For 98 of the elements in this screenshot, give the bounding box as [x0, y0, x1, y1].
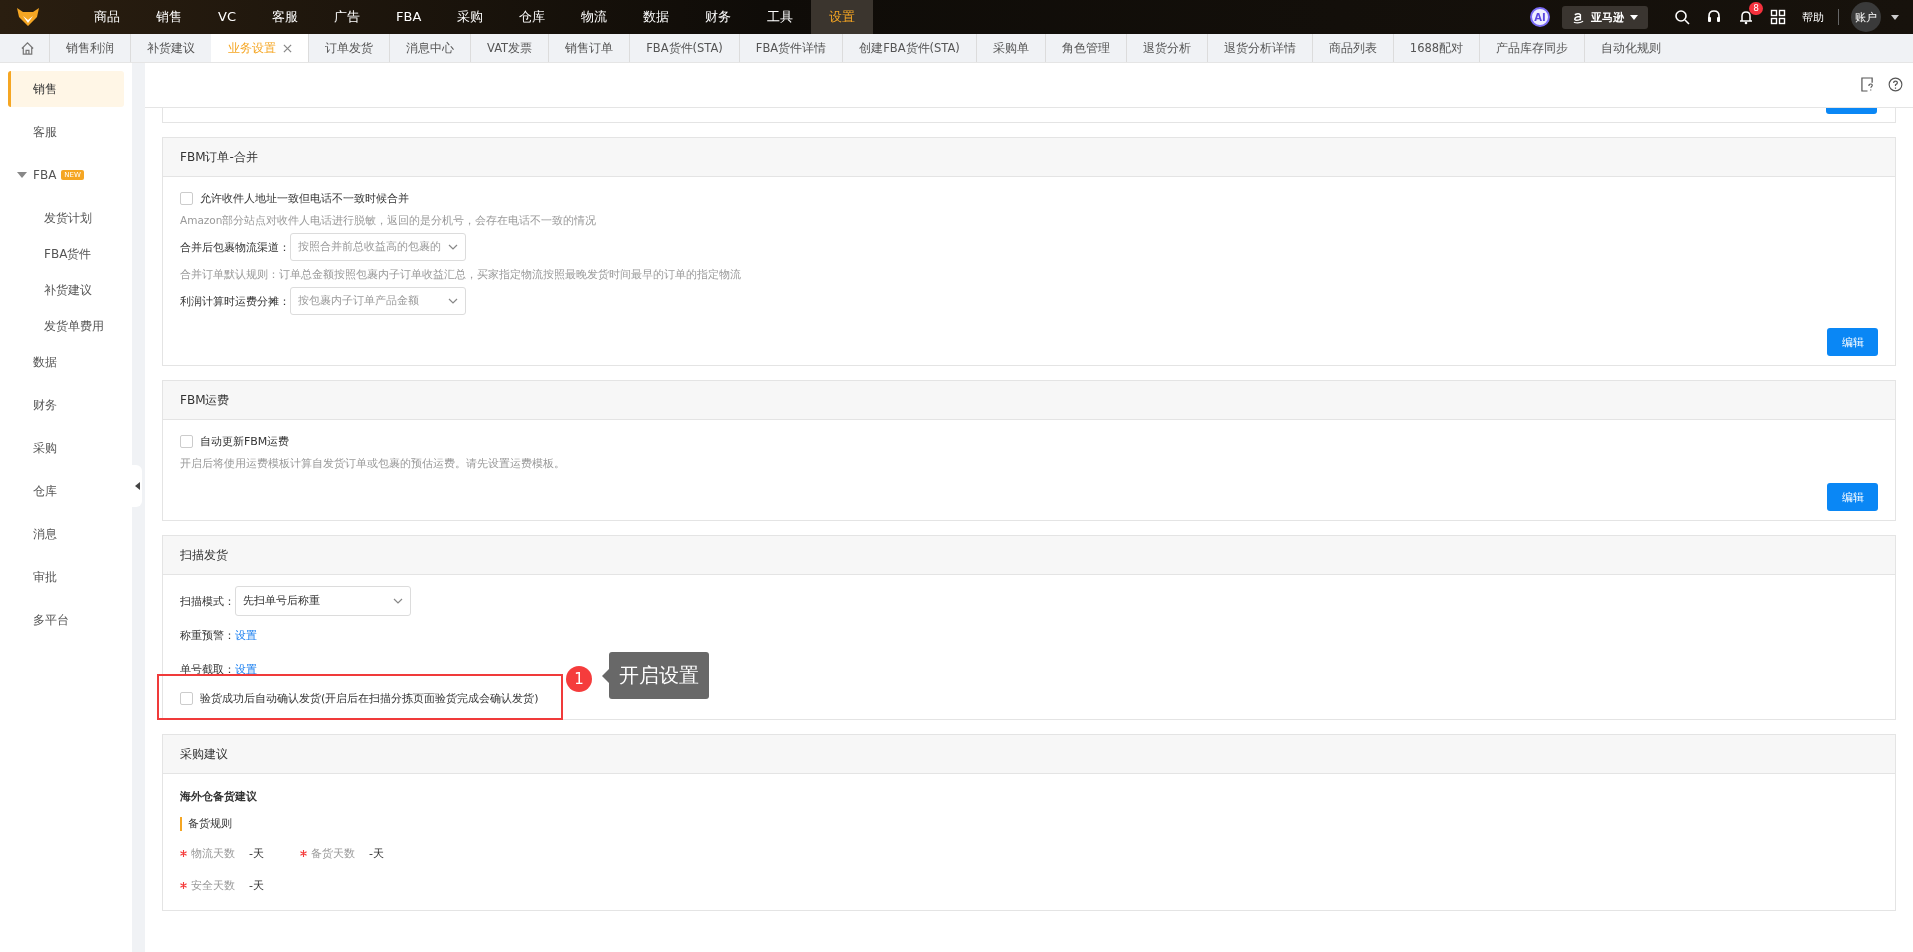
nav-menu-item[interactable]: 工具 — [749, 0, 812, 34]
sidebar-item[interactable]: 客服 — [8, 114, 124, 150]
page-tab[interactable]: 消息中心 — [389, 34, 470, 62]
chevron-down-icon — [448, 298, 458, 304]
page-tab[interactable]: 产品库存同步 — [1479, 34, 1585, 62]
nav-menu-item[interactable]: 数据 — [625, 0, 688, 34]
page-tab[interactable]: VAT发票 — [470, 34, 549, 62]
nav-menu-item[interactable]: VC — [200, 0, 254, 34]
field-value: -天 — [369, 845, 384, 861]
card-title: 扫描发货 — [163, 536, 1895, 575]
field-label: 物流天数 — [191, 845, 235, 861]
nav-menu-item[interactable]: 商品 — [76, 0, 138, 34]
field-label: 合并后包裹物流渠道： — [180, 239, 290, 255]
page-tab[interactable]: 订单发货 — [308, 34, 389, 62]
sidebar-item[interactable]: 仓库 — [8, 473, 124, 509]
sidebar-subitem[interactable]: 补货建议 — [0, 272, 132, 308]
group-title: 备货规则 — [180, 817, 1878, 831]
collapse-handle[interactable] — [132, 465, 142, 507]
store-switcher[interactable]: 亚马逊 — [1562, 5, 1648, 29]
help-icon[interactable] — [1888, 77, 1903, 92]
nav-menu-item[interactable]: 客服 — [254, 0, 316, 34]
page-tab[interactable]: 退货分析 — [1125, 34, 1207, 62]
help-link[interactable]: 帮助 — [1802, 9, 1824, 25]
bell-icon[interactable] — [1738, 9, 1754, 25]
sidebar-item[interactable]: 数据 — [8, 344, 124, 380]
apps-grid-icon[interactable] — [1770, 9, 1786, 25]
close-icon[interactable] — [283, 43, 292, 53]
edit-button[interactable]: 编辑 — [1827, 328, 1878, 356]
nav-menu-item[interactable]: FBA — [378, 0, 440, 34]
nav-menu-item[interactable]: 采购 — [439, 0, 502, 34]
sidebar-item[interactable]: 销售 — [8, 71, 124, 107]
page-tab[interactable]: FBA货件(STA) — [629, 34, 739, 62]
page-tab[interactable]: FBA货件详情 — [738, 34, 843, 62]
step-number-badge: 1 — [566, 666, 592, 692]
fox-logo-icon[interactable] — [16, 7, 40, 27]
checkbox[interactable] — [180, 434, 193, 448]
sidebar-subitem[interactable]: 发货单费用 — [0, 308, 132, 344]
sidebar-subitem[interactable]: FBA货件 — [0, 236, 132, 272]
nav-menu-item[interactable]: 财务 — [687, 0, 750, 34]
page-tab[interactable]: 销售利润 — [49, 34, 130, 62]
edit-button[interactable]: 编辑 — [1827, 483, 1878, 511]
hint-text: 合并订单默认规则：订单总金额按照包裹内子订单收益汇总，买家指定物流按照最晚发货时间最早的订单的指定物流 — [180, 267, 742, 282]
chevron-down-icon — [448, 244, 458, 250]
hint-text: Amazon部分站点对收件人电话进行脱敏，返回的是分机号，会存在电话不一致的情况 — [180, 213, 598, 228]
card-title: 采购建议 — [163, 735, 1895, 774]
page-tab[interactable]: 商品列表 — [1311, 34, 1393, 62]
amazon-icon — [1572, 10, 1585, 24]
sidebar-item[interactable]: 财务 — [8, 387, 124, 423]
page-tab[interactable]: 1688配对 — [1392, 34, 1480, 62]
nav-menu-item[interactable]: 销售 — [138, 0, 200, 34]
field-label: 单号截取： — [180, 661, 235, 677]
expand-triangle-icon[interactable] — [17, 172, 27, 178]
account-avatar[interactable]: 账户 — [1851, 2, 1881, 32]
card-title: FBM订单-合并 — [163, 138, 1895, 177]
checkbox-option[interactable]: 自动更新FBM运费 — [180, 433, 290, 449]
field-label: 安全天数 — [191, 877, 235, 893]
page-tab[interactable]: 退货分析详情 — [1206, 34, 1312, 62]
ai-button[interactable]: AI — [1530, 7, 1550, 27]
checkbox[interactable] — [180, 691, 193, 705]
section-subheading: 海外仓备货建议 — [180, 789, 258, 805]
hint-text: 开启后将使用运费模板计算自发货订单或包裹的预估运费。请先设置运费模板。 — [180, 456, 566, 471]
page-tab[interactable]: 创建FBA货件(STA) — [842, 34, 976, 62]
callout-tooltip: 开启设置 — [609, 652, 709, 699]
home-icon[interactable] — [20, 40, 35, 56]
sidebar-item[interactable]: 采购 — [8, 430, 124, 466]
field-label: 利润计算时运费分摊： — [180, 293, 290, 309]
field-label: 称重预警： — [180, 627, 235, 643]
field-label: 扫描模式： — [180, 593, 235, 609]
nav-menu-item[interactable]: 仓库 — [501, 0, 564, 34]
dropdown-field[interactable]: 先扫单号后称重 — [235, 586, 411, 616]
field-label: 备货天数 — [311, 845, 355, 861]
caret-icon[interactable] — [1891, 14, 1899, 20]
page-tab[interactable]: 采购单 — [975, 34, 1045, 62]
page-tab[interactable]: 销售订单 — [548, 34, 630, 62]
tooltip-pointer-icon — [602, 668, 609, 683]
sidebar-item[interactable]: 审批 — [8, 559, 124, 595]
field-value: -天 — [249, 845, 264, 861]
notification-count: 8 — [1749, 2, 1763, 15]
sidebar-subitem[interactable]: 发货计划 — [0, 200, 132, 236]
nav-menu-item[interactable]: 广告 — [316, 0, 378, 34]
checkbox-option[interactable]: 允许收件人地址一致但电话不一致时候合并 — [180, 190, 409, 206]
sidebar-item[interactable]: 多平台 — [8, 602, 124, 638]
settings-link[interactable]: 设置 — [235, 661, 257, 677]
document-help-icon[interactable] — [1861, 77, 1874, 92]
checkbox[interactable] — [180, 191, 193, 205]
chevron-down-icon — [393, 598, 403, 604]
card-title: FBM运费 — [163, 381, 1895, 420]
checkbox-option[interactable]: 验货成功后自动确认发货(开启后在扫描分拣页面验货完成会确认发货) — [180, 690, 539, 706]
page-tab[interactable]: 角色管理 — [1044, 34, 1126, 62]
headset-icon[interactable] — [1706, 9, 1722, 25]
page-tab[interactable]: 自动化规则 — [1584, 34, 1678, 62]
sidebar-item[interactable]: 消息 — [8, 516, 124, 552]
search-icon[interactable] — [1674, 9, 1690, 25]
nav-menu-item[interactable]: 设置 — [811, 0, 874, 34]
field-value: -天 — [249, 877, 264, 893]
nav-menu-item[interactable]: 物流 — [563, 0, 626, 34]
caret-icon — [1630, 14, 1638, 20]
settings-link[interactable]: 设置 — [235, 627, 257, 643]
